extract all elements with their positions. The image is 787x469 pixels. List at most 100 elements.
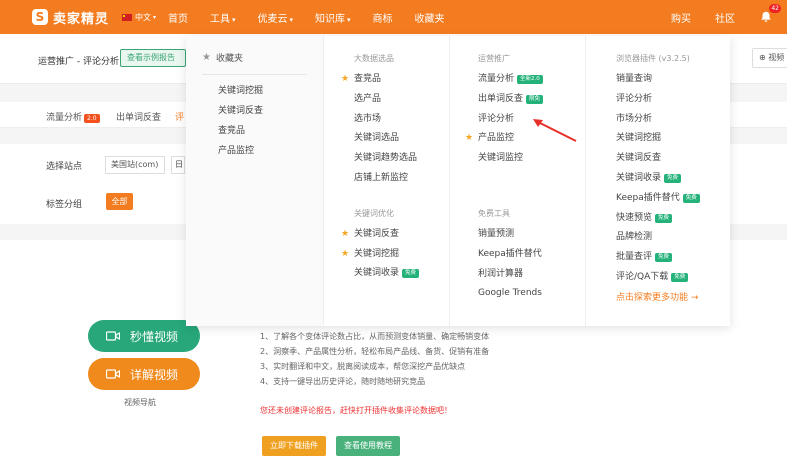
detailed-video-label: 详解视频 bbox=[130, 367, 179, 382]
menu-item-keyword-monitor[interactable]: 关键词监控 bbox=[478, 149, 585, 169]
menu-item-label: 评论/QA下载 bbox=[616, 271, 669, 282]
tab-traffic-analysis[interactable]: 流量分析 2.0 bbox=[46, 110, 100, 123]
nav-knowledge[interactable]: 知识库 ▾ bbox=[315, 10, 351, 25]
nav-community[interactable]: 社区 bbox=[715, 10, 735, 25]
tag-group-label: 标签分组 bbox=[46, 200, 83, 210]
video-camera-icon bbox=[106, 369, 120, 379]
feature-line: 2、洞察季、产品属性分析，轻松布局产品线、备货、促销有准备 bbox=[260, 347, 490, 356]
feature-line: 3、实时翻译和中文，脱离阅读成本，帮您深挖产品优缺点 bbox=[260, 362, 466, 371]
limited-free-tag: 限免 bbox=[526, 94, 544, 104]
menu-item-keyword-index[interactable]: 关键词收录 免费 bbox=[354, 264, 449, 284]
free-tag: 免费 bbox=[682, 193, 700, 203]
chevron-down-icon: ▾ bbox=[289, 15, 294, 24]
nav-trademark[interactable]: 商标 bbox=[373, 10, 393, 25]
plugin-item[interactable]: Keepa插件替代 免费 bbox=[616, 189, 726, 209]
menu-item-keyword-reverse[interactable]: ★ 关键词反查 bbox=[341, 225, 449, 245]
explore-more-link[interactable]: 点击探索更多功能 → bbox=[616, 288, 726, 308]
view-tutorial-button[interactable]: 查看使用教程 bbox=[336, 436, 400, 456]
menu-item-keyword-trend[interactable]: 关键词趋势选品 bbox=[354, 149, 449, 169]
feature-line: 1、了解各个变体评论数占比，从而预测变体销量、确定畅销变体 bbox=[260, 332, 490, 341]
nav-knowledge-label: 知识库 bbox=[315, 13, 346, 25]
menu-item-label: 查竞品 bbox=[354, 74, 382, 84]
nav-tools[interactable]: 工具 ▾ bbox=[210, 10, 236, 25]
menu-item-sales-forecast[interactable]: 销量预测 bbox=[478, 225, 585, 245]
section-title: 大数据选品 bbox=[354, 54, 394, 63]
site-select-2[interactable]: 日 bbox=[171, 156, 185, 174]
plugin-item[interactable]: 关键词反查 bbox=[616, 149, 726, 169]
menu-item-label: 关键词挖掘 bbox=[354, 248, 400, 259]
site-select[interactable]: 美国站(com) bbox=[105, 156, 165, 174]
menu-item-label: 产品监控 bbox=[478, 133, 515, 144]
notification-bell[interactable]: 42 bbox=[759, 4, 781, 24]
nav-youmaiyun[interactable]: 优麦云 ▾ bbox=[258, 10, 294, 25]
plugin-item[interactable]: 批量查评 免费 bbox=[616, 248, 726, 268]
star-icon: ★ bbox=[341, 228, 350, 239]
chevron-down-icon: ▾ bbox=[232, 15, 236, 24]
favorites-title: 收藏夹 bbox=[215, 54, 243, 64]
all-tags-button[interactable]: 全部 bbox=[106, 193, 133, 210]
divider bbox=[202, 74, 307, 75]
menu-item-label: 批量查评 bbox=[616, 252, 653, 263]
detailed-video-button[interactable]: 详解视频 bbox=[88, 358, 200, 390]
video-guide-link[interactable]: 视频导航 bbox=[124, 397, 156, 408]
plugin-item[interactable]: 关键词挖掘 bbox=[616, 129, 726, 149]
menu-item-select-product[interactable]: 选产品 bbox=[354, 90, 449, 110]
chevron-down-icon: ▾ bbox=[153, 13, 157, 21]
free-tag: 免费 bbox=[655, 213, 673, 223]
logo[interactable]: S 卖家精灵 bbox=[32, 8, 122, 27]
language-switch[interactable]: 中文 ▾ bbox=[122, 12, 168, 23]
tab-order-keywords[interactable]: 出单词反查 bbox=[116, 110, 161, 123]
menu-item-google-trends[interactable]: Google Trends bbox=[478, 284, 585, 304]
menu-item-label: 快速预览 bbox=[616, 212, 653, 223]
plugin-item[interactable]: 品牌检测 bbox=[616, 228, 726, 248]
plugin-item[interactable]: 关键词收录 免费 bbox=[616, 169, 726, 189]
tab-review-analysis[interactable]: 评 bbox=[175, 110, 184, 123]
menu-item-profit-calculator[interactable]: 利润计算器 bbox=[478, 265, 585, 285]
star-icon: ★ bbox=[465, 133, 474, 144]
menu-item-keyword-product[interactable]: 关键词选品 bbox=[354, 129, 449, 149]
quick-video-label: 秒懂视频 bbox=[130, 329, 179, 344]
menu-item-select-market[interactable]: 选市场 bbox=[354, 110, 449, 130]
download-plugin-button[interactable]: 立即下载插件 bbox=[262, 436, 326, 456]
column-product-research: 大数据选品 ★ 查竞品 选产品 选市场 关键词选品 关键词趋势选品 店铺上新监控 … bbox=[324, 36, 450, 326]
logo-mark-icon: S bbox=[32, 9, 48, 25]
section-title: 运营推广 bbox=[478, 54, 510, 63]
plugin-item[interactable]: 销量查询 bbox=[616, 70, 726, 90]
site-label: 选择站点 bbox=[46, 162, 83, 172]
menu-item-label: 出单词反查 bbox=[478, 93, 524, 104]
plugin-item[interactable]: 市场分析 bbox=[616, 110, 726, 130]
chevron-down-icon: ▾ bbox=[347, 15, 351, 24]
favorite-item[interactable]: 产品监控 bbox=[202, 141, 323, 161]
quick-video-button[interactable]: 秒懂视频 bbox=[88, 320, 200, 352]
column-operations: 运营推广 流量分析 全新2.0 出单词反查 限免 评论分析 ★ 产品监控 关键词监控 … bbox=[450, 36, 586, 326]
warning-text: 您还未创建评论报告，赶快打开插件收集评论数据吧！ bbox=[260, 406, 452, 415]
star-icon: ★ bbox=[341, 248, 350, 259]
notification-count-badge: 42 bbox=[769, 4, 781, 13]
menu-item-traffic-analysis[interactable]: 流量分析 全新2.0 bbox=[478, 70, 585, 90]
nav-home[interactable]: 首页 bbox=[168, 10, 188, 25]
nav-favorites[interactable]: 收藏夹 bbox=[415, 10, 445, 25]
favorite-item[interactable]: 关键词反查 bbox=[202, 101, 323, 121]
video-button[interactable]: ⊕ 视频 bbox=[752, 48, 787, 68]
free-tag: 免费 bbox=[655, 253, 673, 263]
menu-item-keyword-mining[interactable]: ★ 关键词挖掘 bbox=[341, 245, 449, 265]
nav-tools-label: 工具 bbox=[210, 13, 230, 25]
free-tag: 免费 bbox=[402, 269, 420, 279]
plugin-item[interactable]: 评论/QA下载 免费 bbox=[616, 268, 726, 288]
favorites-column: ★ 收藏夹 关键词挖掘 关键词反查 查竞品 产品监控 bbox=[186, 36, 324, 326]
view-sample-report-button[interactable]: 查看示例报告 bbox=[120, 49, 186, 67]
china-flag-icon bbox=[122, 13, 132, 21]
favorite-item[interactable]: 查竞品 bbox=[202, 121, 323, 141]
breadcrumb: 运营推广 - 评论分析 bbox=[38, 57, 119, 67]
menu-item-store-monitor[interactable]: 店铺上新监控 bbox=[354, 169, 449, 189]
tab-label: 流量分析 bbox=[46, 113, 83, 123]
nav-buy[interactable]: 购买 bbox=[671, 10, 691, 25]
menu-item-order-keywords[interactable]: 出单词反查 限免 bbox=[478, 90, 585, 110]
plugin-item[interactable]: 评论分析 bbox=[616, 90, 726, 110]
favorite-item[interactable]: 关键词挖掘 bbox=[202, 81, 323, 101]
star-icon: ★ bbox=[341, 74, 350, 84]
menu-item-competitor[interactable]: ★ 查竞品 bbox=[341, 70, 449, 90]
menu-item-keepa-alt[interactable]: Keepa插件替代 bbox=[478, 245, 585, 265]
plugin-item[interactable]: 快速预览 免费 bbox=[616, 209, 726, 229]
